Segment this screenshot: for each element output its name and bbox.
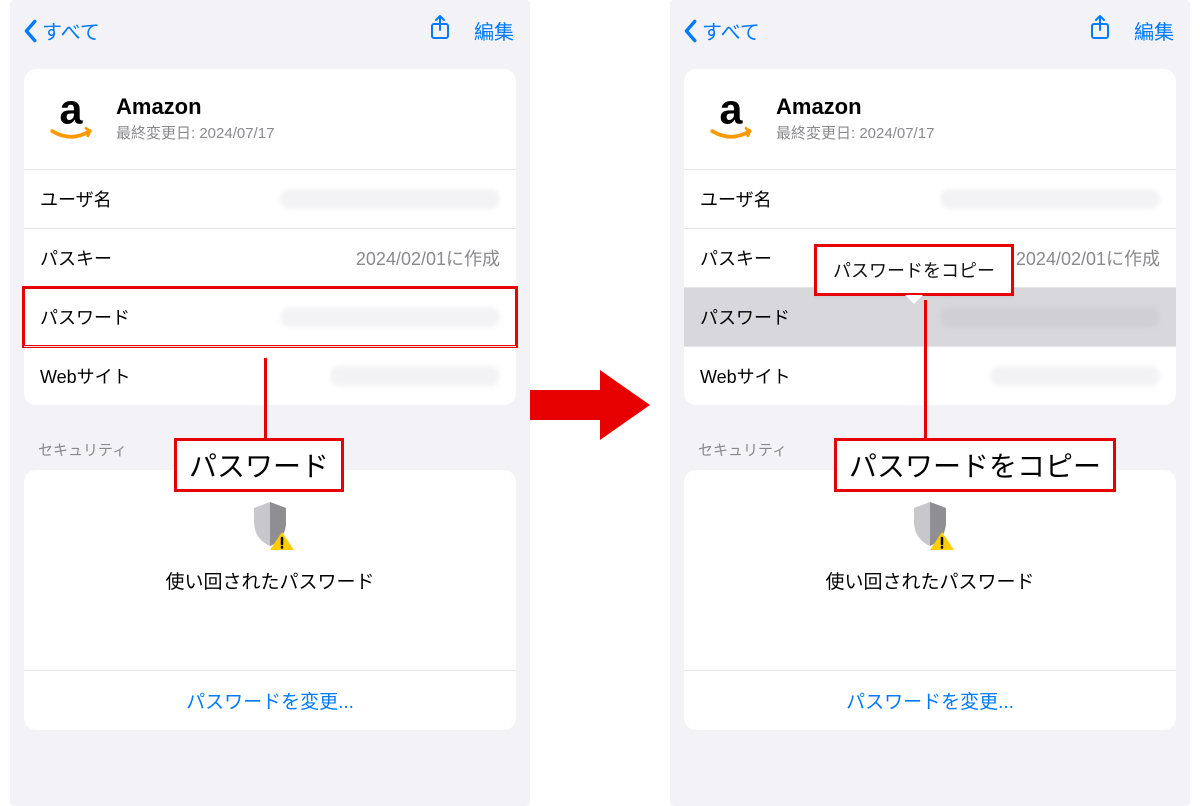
edit-button[interactable]: 編集 <box>1134 16 1174 45</box>
website-value-redacted <box>330 366 500 386</box>
amazon-icon: a <box>700 87 762 149</box>
change-password-button[interactable]: パスワードを変更... <box>684 670 1176 730</box>
account-name: Amazon <box>776 94 934 120</box>
passkey-value: 2024/02/01に作成 <box>356 245 500 271</box>
row-password[interactable]: パスワード <box>24 287 516 346</box>
navbar: すべて 編集 <box>670 0 1190 57</box>
back-label: すべて <box>702 16 760 45</box>
annotation-connector-right <box>924 300 927 440</box>
security-card: 使い回されたパスワード パスワードを変更... <box>24 470 516 730</box>
reused-password-text: 使い回されたパスワード <box>825 567 1034 594</box>
step-arrow-icon <box>530 370 650 440</box>
account-header: a Amazon 最終変更日: 2024/07/17 <box>684 69 1176 169</box>
account-header: a Amazon 最終変更日: 2024/07/17 <box>24 69 516 169</box>
back-button[interactable]: すべて <box>22 16 100 45</box>
reused-password-text: 使い回されたパスワード <box>165 567 374 594</box>
chevron-left-icon <box>682 19 698 43</box>
share-icon <box>428 14 452 42</box>
website-label: Webサイト <box>40 363 131 389</box>
chevron-left-icon <box>22 19 38 43</box>
edit-button[interactable]: 編集 <box>474 16 514 45</box>
website-label: Webサイト <box>700 363 791 389</box>
account-last-modified: 最終変更日: 2024/07/17 <box>776 122 934 143</box>
row-website[interactable]: Webサイト <box>684 346 1176 405</box>
website-value-redacted <box>990 366 1160 386</box>
passkey-label: パスキー <box>700 245 772 271</box>
account-card: a Amazon 最終変更日: 2024/07/17 ユーザ名 パスキー 202… <box>24 69 516 405</box>
annotation-connector-left <box>264 358 267 440</box>
annotation-callout-left: パスワード <box>174 438 344 492</box>
username-value-redacted <box>280 189 500 209</box>
username-label: ユーザ名 <box>700 186 772 212</box>
username-value-redacted <box>940 189 1160 209</box>
row-passkey[interactable]: パスキー 2024/02/01に作成 <box>24 228 516 287</box>
share-icon <box>1088 14 1112 42</box>
change-password-button[interactable]: パスワードを変更... <box>24 670 516 730</box>
account-title-col: Amazon 最終変更日: 2024/07/17 <box>776 94 934 143</box>
row-website[interactable]: Webサイト <box>24 346 516 405</box>
back-button[interactable]: すべて <box>682 16 760 45</box>
row-username[interactable]: ユーザ名 <box>24 169 516 228</box>
share-button[interactable] <box>428 14 452 47</box>
shield-warning-icon <box>906 498 954 555</box>
copy-password-popover[interactable]: パスワードをコピー <box>814 244 1014 296</box>
navbar: すべて 編集 <box>10 0 530 57</box>
nav-right: 編集 <box>428 14 514 47</box>
account-title-col: Amazon 最終変更日: 2024/07/17 <box>116 94 274 143</box>
password-label: パスワード <box>700 304 790 330</box>
account-card: a Amazon 最終変更日: 2024/07/17 ユーザ名 パスキー 202… <box>684 69 1176 405</box>
phone-right: すべて 編集 a Amazon 最終変更日: 202 <box>670 0 1190 806</box>
phone-left: すべて 編集 a Amazon 最終変更日: 202 <box>10 0 530 806</box>
username-label: ユーザ名 <box>40 186 112 212</box>
account-last-modified: 最終変更日: 2024/07/17 <box>116 122 274 143</box>
row-password[interactable]: パスワード パスワードをコピー <box>684 287 1176 346</box>
nav-right: 編集 <box>1088 14 1174 47</box>
password-value-redacted <box>280 307 500 327</box>
security-card: 使い回されたパスワード パスワードを変更... <box>684 470 1176 730</box>
password-label: パスワード <box>40 304 130 330</box>
passkey-value: 2024/02/01に作成 <box>1016 245 1160 271</box>
back-label: すべて <box>42 16 100 45</box>
amazon-icon: a <box>40 87 102 149</box>
svg-text:a: a <box>60 88 84 133</box>
password-value-redacted <box>940 307 1160 327</box>
row-username[interactable]: ユーザ名 <box>684 169 1176 228</box>
share-button[interactable] <box>1088 14 1112 47</box>
account-name: Amazon <box>116 94 274 120</box>
shield-warning-icon <box>246 498 294 555</box>
annotation-callout-right: パスワードをコピー <box>834 438 1116 492</box>
passkey-label: パスキー <box>40 245 112 271</box>
svg-text:a: a <box>720 88 744 133</box>
